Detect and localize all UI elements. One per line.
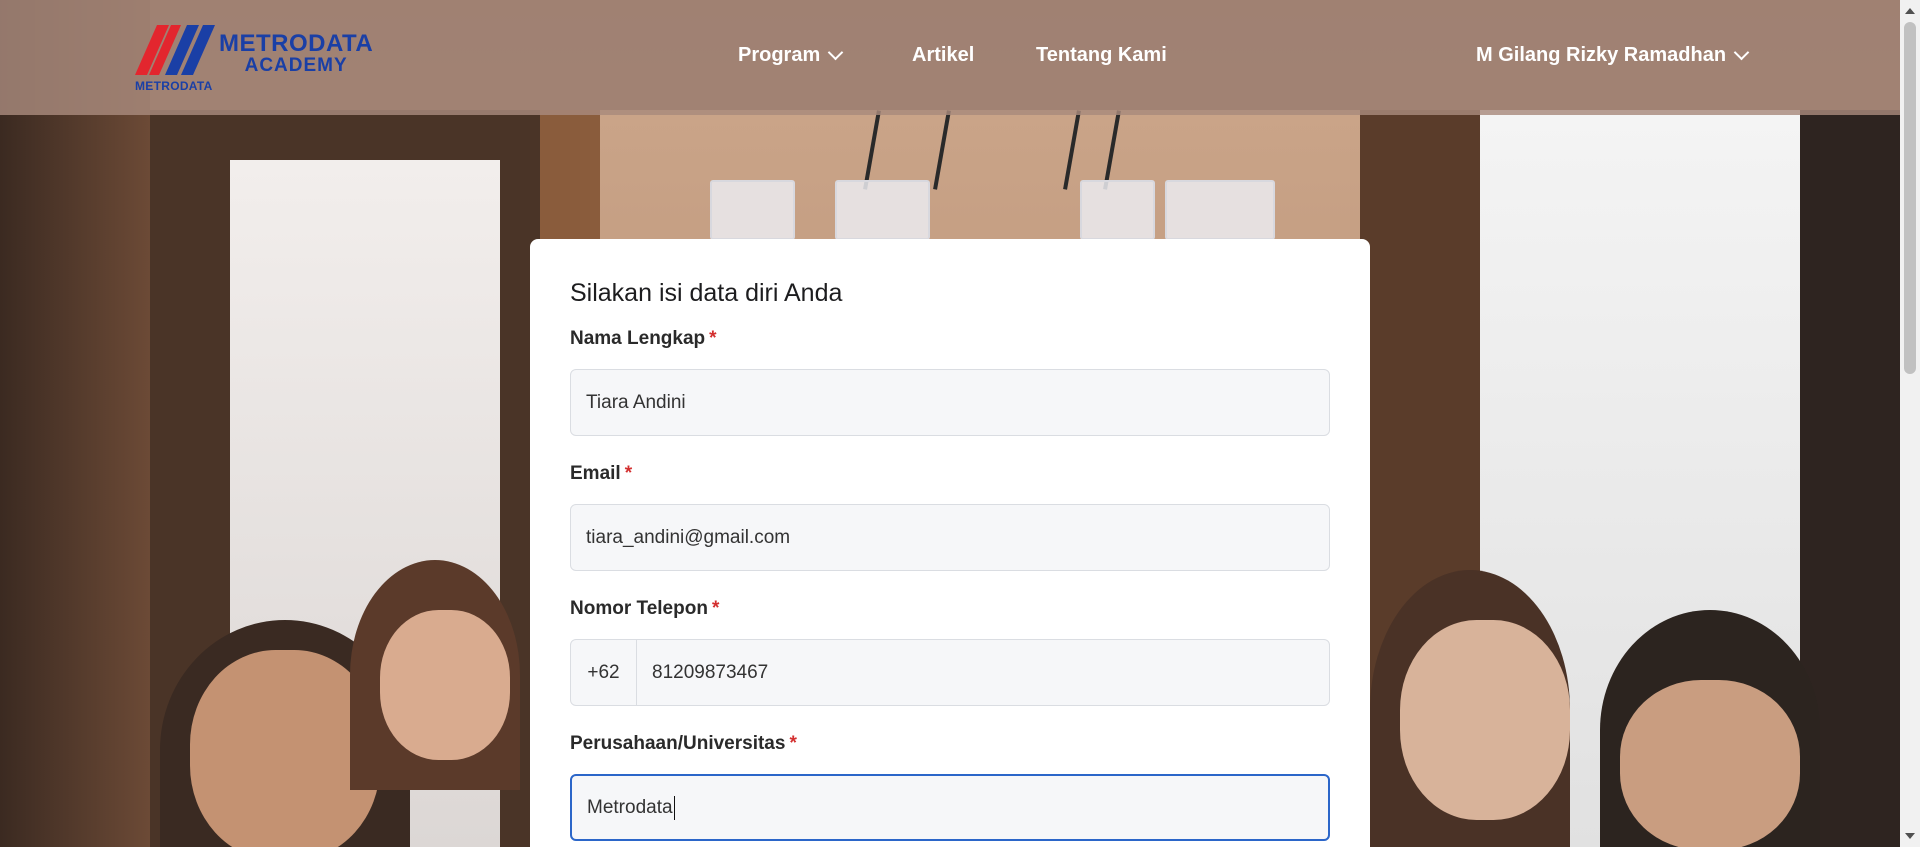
scroll-up-arrow-icon[interactable] (1905, 8, 1915, 14)
logo-mark-icon: METRODATA (135, 23, 215, 95)
logo-wordmark: METRODATA ACADEMY (219, 31, 373, 76)
page-scrollbar[interactable] (1900, 0, 1920, 847)
bg-glass (1165, 180, 1275, 240)
scroll-down-arrow-icon[interactable] (1905, 833, 1915, 839)
required-marker: * (711, 598, 720, 619)
phone-input[interactable]: 81209873467 (637, 640, 1329, 705)
full-name-input[interactable]: Tiara Andini (570, 369, 1330, 436)
bg-person-head (380, 610, 510, 760)
brand-logo[interactable]: METRODATA METRODATA ACADEMY (135, 23, 373, 95)
company-label-text: Perusahaan/Universitas (570, 733, 786, 754)
phone-value: 81209873467 (652, 661, 769, 683)
full-name-label-text: Nama Lengkap (570, 328, 706, 349)
bg-wall (0, 0, 150, 847)
required-marker: * (789, 733, 797, 754)
phone-label-text: Nomor Telepon (570, 598, 708, 619)
nav-item-tentang-kami[interactable]: Tentang Kami (1036, 44, 1167, 67)
navbar: METRODATA METRODATA ACADEMY Program Arti… (0, 0, 1900, 115)
bg-glass (1080, 180, 1155, 240)
nav-item-label: Program (738, 44, 821, 66)
required-marker: * (709, 328, 717, 349)
personal-data-form: Silakan isi data diri Anda Nama Lengkap *… (530, 239, 1370, 847)
chevron-down-icon (1733, 44, 1750, 60)
full-name-value: Tiara Andini (586, 391, 686, 413)
nav-item-label: Tentang Kami (1036, 44, 1167, 66)
phone-input-group: +62 81209873467 (570, 639, 1330, 706)
scrollbar-thumb[interactable] (1904, 22, 1916, 374)
phone-country-prefix: +62 (571, 640, 637, 705)
user-menu[interactable]: M Gilang Rizky Ramadhan (1476, 44, 1750, 67)
company-value: Metrodata (587, 796, 673, 818)
form-title: Silakan isi data diri Anda (570, 279, 843, 307)
full-name-label: Nama Lengkap * (570, 328, 1330, 350)
logo-line2: ACADEMY (244, 55, 348, 77)
logo-line1: METRODATA (219, 30, 374, 57)
email-label: Email * (570, 463, 1330, 485)
required-marker: * (624, 463, 633, 484)
company-label: Perusahaan/Universitas * (570, 733, 1330, 755)
logo-caption: METRODATA (135, 79, 213, 93)
chevron-down-icon (827, 44, 844, 60)
nav-item-label: Artikel (912, 44, 975, 66)
bg-glass (710, 180, 795, 240)
user-name: M Gilang Rizky Ramadhan (1476, 44, 1727, 66)
bg-person-head (1400, 620, 1570, 820)
nav-item-program[interactable]: Program (738, 44, 844, 67)
phone-label: Nomor Telepon * (570, 598, 1330, 620)
bg-person-head (1620, 680, 1800, 847)
bg-glass (835, 180, 930, 240)
company-input[interactable]: Metrodata (570, 774, 1330, 841)
email-input[interactable]: tiara_andini@gmail.com (570, 504, 1330, 571)
text-caret (673, 795, 675, 820)
email-value: tiara_andini@gmail.com (586, 526, 791, 548)
email-label-text: Email (570, 463, 621, 484)
nav-item-artikel[interactable]: Artikel (912, 44, 974, 67)
